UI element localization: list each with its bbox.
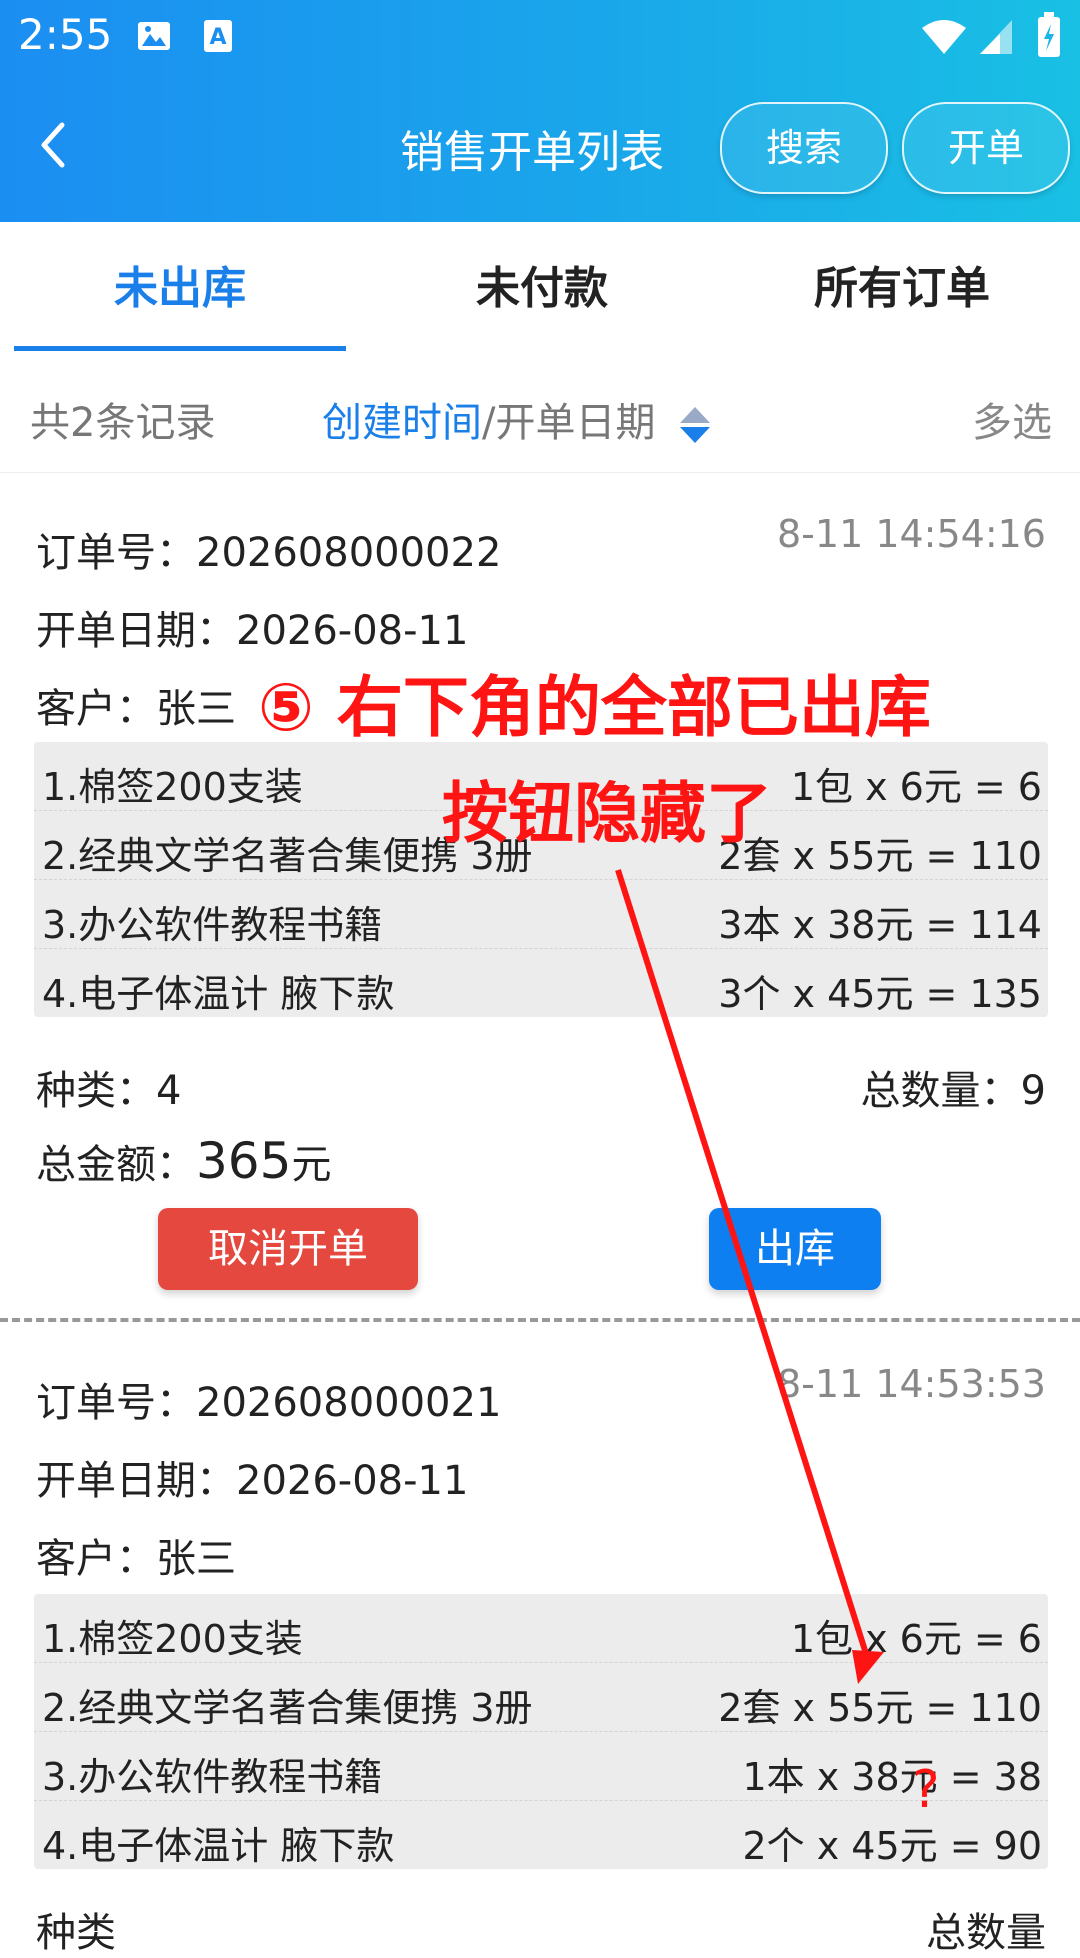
annotation-question: ?	[912, 1760, 940, 1820]
annotation-arrow	[615, 869, 884, 1684]
